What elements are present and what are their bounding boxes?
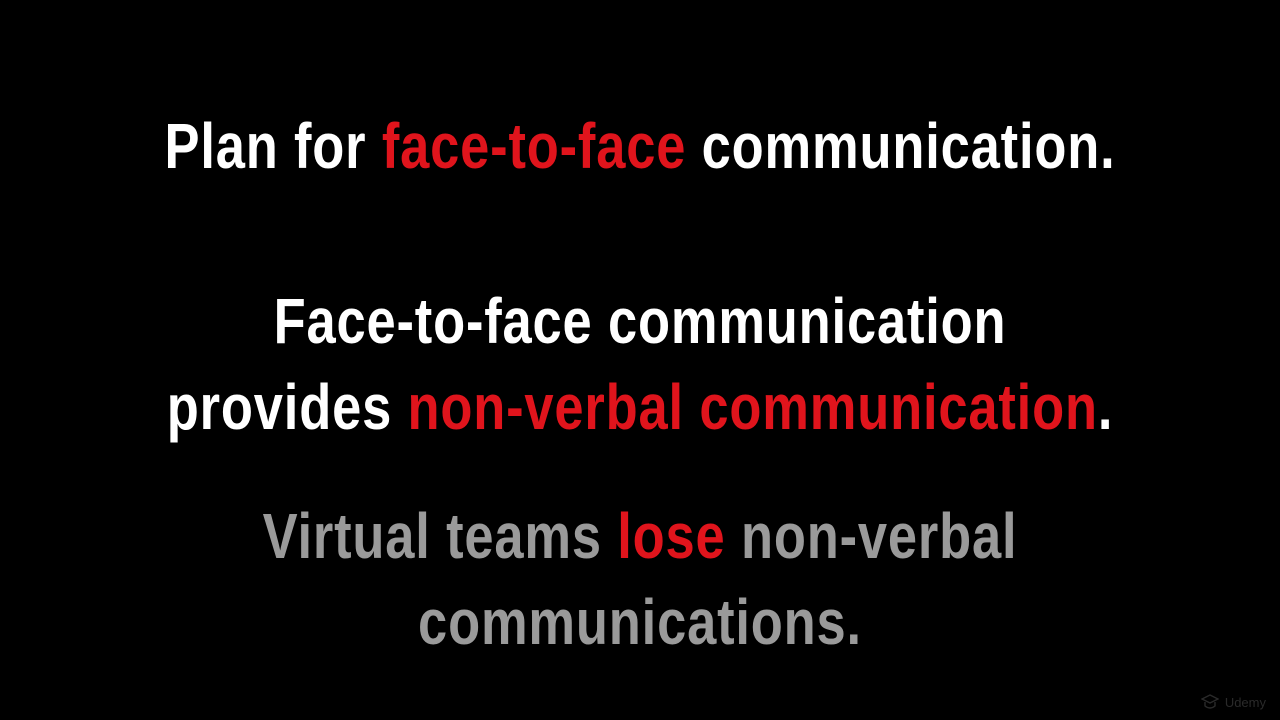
- heading-text-after: communication.: [686, 110, 1116, 182]
- statement-text-2-before: provides: [166, 371, 408, 443]
- heading-line: Plan for face-to-face communication.: [115, 106, 1165, 186]
- statement-line-1: Face-to-face communication: [115, 281, 1165, 361]
- watermark-text: Udemy: [1224, 694, 1266, 710]
- note-text-1-before: Virtual teams: [262, 500, 618, 572]
- udemy-logo-icon: [1200, 694, 1219, 709]
- note-text-1-after: non-verbal: [725, 500, 1018, 572]
- heading-text-before: Plan for: [164, 110, 382, 182]
- note-text-2: communications.: [418, 586, 862, 658]
- statement-line-2: provides non-verbal communication.: [115, 367, 1165, 447]
- note-line-2: communications.: [115, 582, 1165, 662]
- heading-highlight: face-to-face: [381, 110, 687, 182]
- note-highlight: lose: [617, 500, 726, 572]
- statement-highlight: non-verbal communication: [407, 371, 1098, 443]
- slide: Plan for face-to-face communication. Fac…: [0, 0, 1280, 720]
- udemy-watermark: Udemy: [1200, 694, 1266, 710]
- note-line-1: Virtual teams lose non-verbal: [115, 496, 1165, 576]
- statement-text-2-after: .: [1097, 371, 1114, 443]
- statement-text-1: Face-to-face communication: [273, 285, 1007, 357]
